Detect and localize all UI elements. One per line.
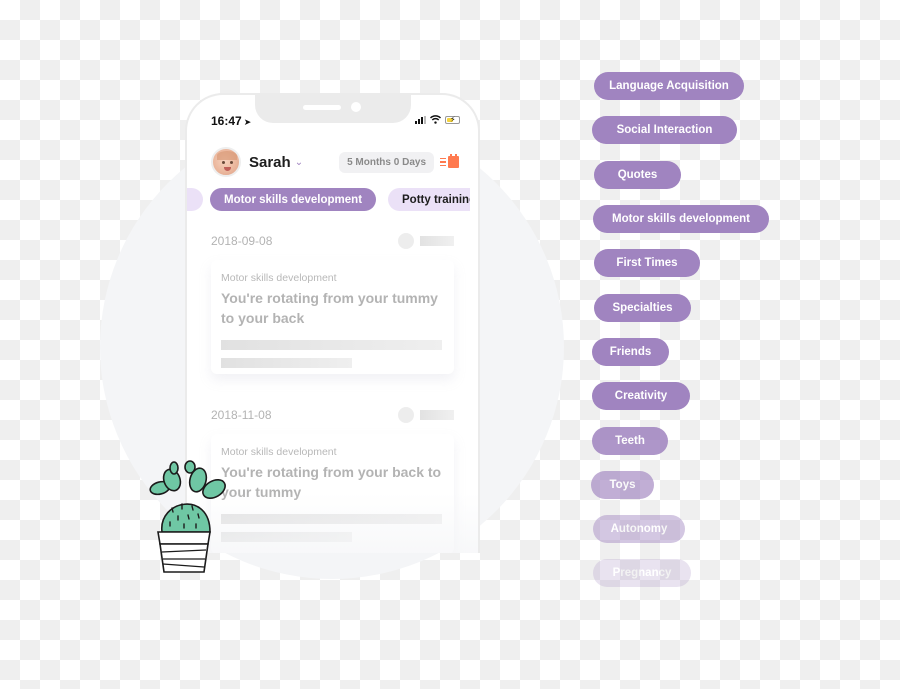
camera-icon xyxy=(351,102,361,112)
text-placeholder xyxy=(221,358,352,368)
tag-pregnancy[interactable]: Pregnancy xyxy=(593,559,691,587)
age-badge: 5 Months 0 Days xyxy=(339,151,435,173)
wifi-icon xyxy=(430,115,441,124)
entry-meta xyxy=(398,407,454,423)
tag-quotes[interactable]: Quotes xyxy=(594,161,681,189)
entry-title: You're rotating from your tummy to your … xyxy=(221,290,438,326)
status-icons: ⚡ xyxy=(415,115,460,124)
text-placeholder xyxy=(221,514,442,524)
calendar-icon[interactable] xyxy=(440,154,460,168)
tag-specialties[interactable]: Specialties xyxy=(594,294,691,322)
entry-category: Motor skills development xyxy=(221,272,337,284)
chip-previous[interactable] xyxy=(187,188,203,211)
avatar[interactable] xyxy=(211,147,241,177)
tag-motor-skills-development[interactable]: Motor skills development xyxy=(593,205,769,233)
status-time: 16:47 ➤ xyxy=(211,114,251,128)
profile-header: Sarah ⌄ 5 Months 0 Days xyxy=(211,147,462,177)
avatar-placeholder xyxy=(398,407,414,423)
child-name[interactable]: Sarah xyxy=(249,154,291,171)
entry-date: 2018-09-08 xyxy=(211,234,273,248)
signal-icon xyxy=(415,115,426,124)
tag-teeth[interactable]: Teeth xyxy=(592,427,668,455)
battery-charging-icon: ⚡ xyxy=(445,115,460,124)
tag-friends[interactable]: Friends xyxy=(592,338,669,366)
category-chips: Motor skills development Potty training xyxy=(187,188,470,212)
time-text: 16:47 xyxy=(211,114,242,128)
tag-creativity[interactable]: Creativity xyxy=(592,382,690,410)
entry-card[interactable]: Motor skills development You're rotating… xyxy=(211,434,454,553)
tag-first-times[interactable]: First Times xyxy=(594,249,700,277)
tag-autonomy[interactable]: Autonomy xyxy=(593,515,685,543)
speaker-icon xyxy=(303,105,341,110)
avatar-placeholder xyxy=(398,233,414,249)
cactus-icon xyxy=(149,460,226,573)
entry-date: 2018-11-08 xyxy=(211,408,272,422)
entry-meta xyxy=(398,233,454,249)
tag-social-interaction[interactable]: Social Interaction xyxy=(592,116,737,144)
text-placeholder xyxy=(420,236,454,246)
tag-language-acquisition[interactable]: Language Acquisition xyxy=(594,72,744,100)
chip-motor-skills[interactable]: Motor skills development xyxy=(210,188,377,211)
entry-category: Motor skills development xyxy=(221,446,337,458)
tag-toys[interactable]: Toys xyxy=(591,471,654,499)
text-placeholder xyxy=(420,410,454,420)
phone-notch xyxy=(255,95,411,123)
location-arrow-icon: ➤ xyxy=(243,117,252,127)
text-placeholder xyxy=(221,532,352,542)
text-placeholder xyxy=(221,340,442,350)
entry-title: You're rotating from your back to your t… xyxy=(221,464,442,500)
chevron-down-icon[interactable]: ⌄ xyxy=(295,157,303,168)
entry-card[interactable]: Motor skills development You're rotating… xyxy=(211,260,454,374)
chip-potty-training[interactable]: Potty training xyxy=(388,188,470,211)
